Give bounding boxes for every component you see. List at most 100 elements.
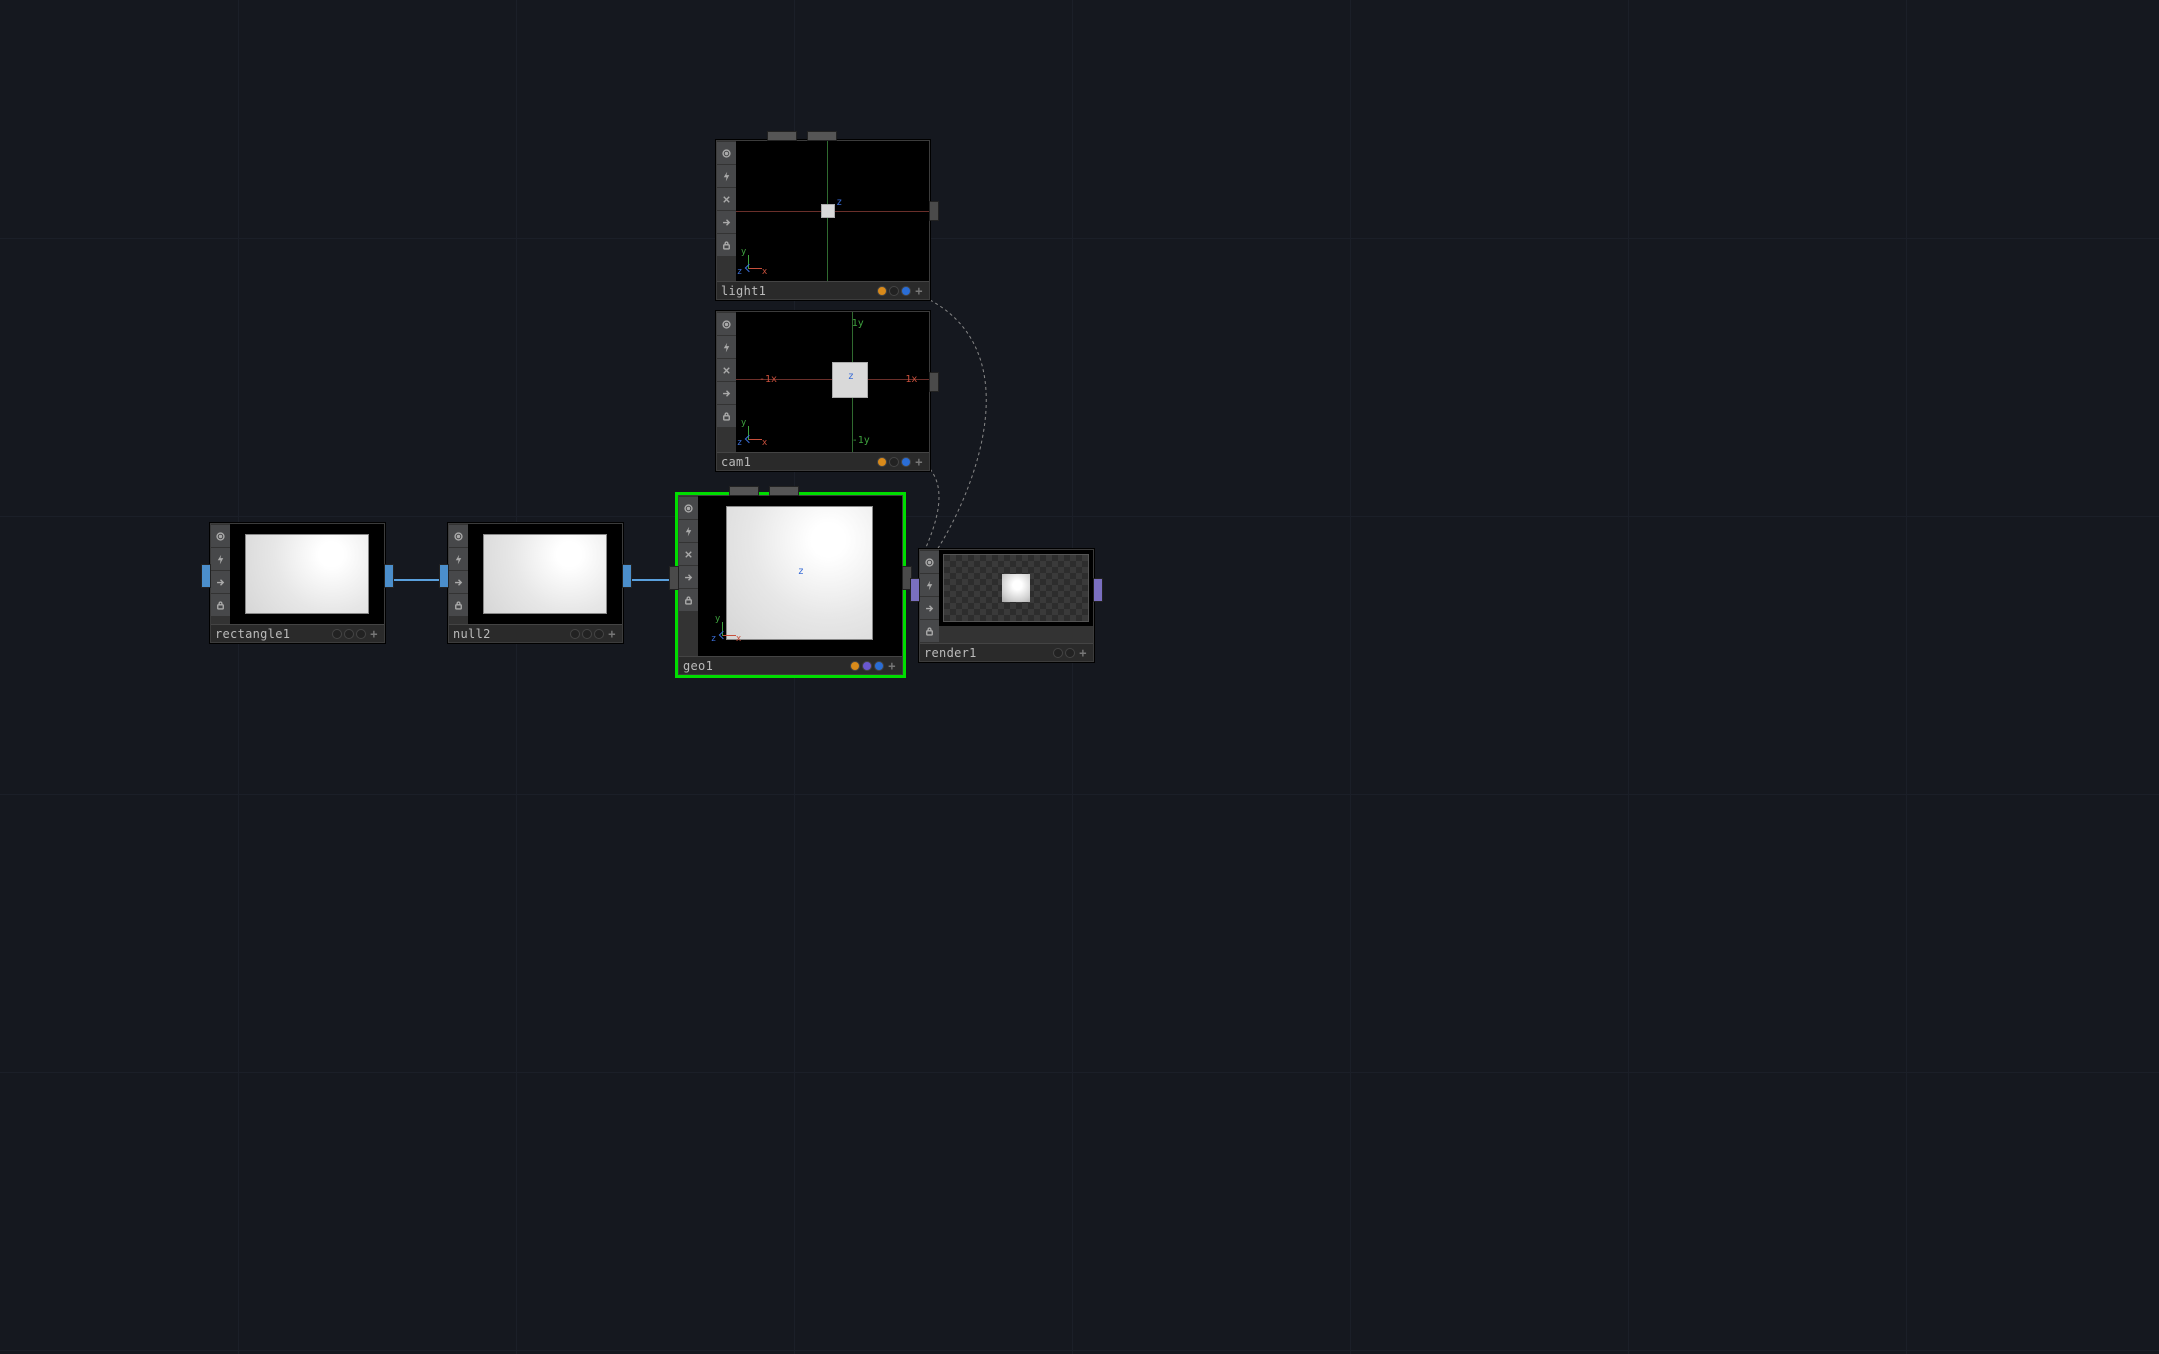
lock-icon[interactable] xyxy=(211,594,230,616)
flag-purple[interactable] xyxy=(582,629,592,639)
input-connector[interactable] xyxy=(439,564,449,588)
plus-icon[interactable]: + xyxy=(1077,647,1089,659)
bolt-icon[interactable] xyxy=(211,548,230,570)
bolt-icon[interactable] xyxy=(920,574,939,596)
lock-icon[interactable] xyxy=(717,405,736,427)
axis-origin-gizmo: x y z xyxy=(742,251,766,275)
lock-icon[interactable] xyxy=(920,620,939,642)
flag-orange[interactable] xyxy=(877,457,887,467)
node-tab-buttons xyxy=(449,524,468,624)
node-rectangle1[interactable]: rectangle1 + xyxy=(210,523,385,643)
flag-blue[interactable] xyxy=(874,661,884,671)
node-label: cam1 xyxy=(721,455,875,469)
node-preview[interactable]: z x y z xyxy=(736,141,929,281)
target-icon[interactable] xyxy=(211,525,230,547)
arrow-right-icon[interactable] xyxy=(920,597,939,619)
flag-blue[interactable] xyxy=(356,629,366,639)
arrow-right-icon[interactable] xyxy=(211,571,230,593)
node-light1[interactable]: z x y z light1 + xyxy=(716,140,930,300)
plus-icon[interactable]: + xyxy=(913,456,925,468)
flag-orange[interactable] xyxy=(850,661,860,671)
node-preview[interactable]: z 1y -1y 1x -1x x y z xyxy=(736,312,929,452)
wire-light1-render1 xyxy=(930,300,986,560)
bolt-icon[interactable] xyxy=(449,548,468,570)
flag-purple[interactable] xyxy=(344,629,354,639)
top-connector-1[interactable] xyxy=(767,131,797,141)
flag-teal[interactable] xyxy=(570,629,580,639)
target-icon[interactable] xyxy=(449,525,468,547)
close-icon[interactable] xyxy=(717,359,736,381)
flag-purple[interactable] xyxy=(889,286,899,296)
target-icon[interactable] xyxy=(717,313,736,335)
flag-blue[interactable] xyxy=(1065,648,1075,658)
axis-1y-label: 1y xyxy=(852,318,864,329)
flag-purple[interactable] xyxy=(889,457,899,467)
arrow-right-icon[interactable] xyxy=(449,571,468,593)
top-connector-2[interactable] xyxy=(807,131,837,141)
output-connector[interactable] xyxy=(622,564,632,588)
node-tab-buttons xyxy=(717,312,736,452)
node-preview[interactable] xyxy=(468,524,622,624)
lock-icon[interactable] xyxy=(449,594,468,616)
node-preview[interactable] xyxy=(230,524,384,624)
node-tab-buttons xyxy=(679,496,698,656)
node-preview[interactable]: z x y z xyxy=(698,496,902,656)
node-label: geo1 xyxy=(683,659,848,673)
node-label: render1 xyxy=(924,646,1051,660)
plus-icon[interactable]: + xyxy=(886,660,898,672)
flag-purple[interactable] xyxy=(862,661,872,671)
node-label: null2 xyxy=(453,627,568,641)
bolt-icon[interactable] xyxy=(717,165,736,187)
input-connector[interactable] xyxy=(910,578,920,602)
flag-blue[interactable] xyxy=(594,629,604,639)
axis-origin-gizmo: x y z xyxy=(716,618,740,642)
output-connector[interactable] xyxy=(929,372,939,392)
top-connector-2[interactable] xyxy=(769,486,799,496)
node-tab-buttons xyxy=(717,141,736,281)
node-null2[interactable]: null2 + xyxy=(448,523,623,643)
bolt-icon[interactable] xyxy=(717,336,736,358)
output-connector[interactable] xyxy=(384,564,394,588)
node-label: rectangle1 xyxy=(215,627,330,641)
canvas-grid xyxy=(0,0,2159,1354)
node-cam1[interactable]: z 1y -1y 1x -1x x y z cam1 + xyxy=(716,311,930,471)
target-icon[interactable] xyxy=(717,142,736,164)
input-connector[interactable] xyxy=(669,566,679,590)
node-geo1[interactable]: z x y z geo1 + xyxy=(678,495,903,675)
axis-1x-label: 1x xyxy=(905,374,917,385)
axis-n1x-label: -1x xyxy=(759,374,777,385)
close-icon[interactable] xyxy=(679,543,698,565)
axis-n1y-label: -1y xyxy=(852,435,870,446)
plus-icon[interactable]: + xyxy=(606,628,618,640)
lock-icon[interactable] xyxy=(717,234,736,256)
origin-marker xyxy=(821,204,835,218)
flag-blue[interactable] xyxy=(901,286,911,296)
target-icon[interactable] xyxy=(920,551,939,573)
plus-icon[interactable]: + xyxy=(913,285,925,297)
plus-icon[interactable]: + xyxy=(368,628,380,640)
close-icon[interactable] xyxy=(717,188,736,210)
output-connector[interactable] xyxy=(929,201,939,221)
target-icon[interactable] xyxy=(679,497,698,519)
lock-icon[interactable] xyxy=(679,589,698,611)
node-preview[interactable] xyxy=(939,550,1093,626)
axis-origin-gizmo: x y z xyxy=(742,422,766,446)
node-tab-buttons xyxy=(920,550,939,643)
arrow-right-icon[interactable] xyxy=(717,211,736,233)
render-output-square xyxy=(1002,574,1030,602)
bolt-icon[interactable] xyxy=(679,520,698,542)
axis-z-label: z xyxy=(836,197,842,208)
axis-z-label: z xyxy=(848,371,854,382)
arrow-right-icon[interactable] xyxy=(717,382,736,404)
output-connector[interactable] xyxy=(1093,578,1103,602)
node-render1[interactable]: render1 + xyxy=(919,549,1094,662)
node-label: light1 xyxy=(721,284,875,298)
arrow-right-icon[interactable] xyxy=(679,566,698,588)
wires-layer xyxy=(0,0,2159,1354)
input-connector[interactable] xyxy=(201,564,211,588)
flag-teal[interactable] xyxy=(332,629,342,639)
flag-orange[interactable] xyxy=(877,286,887,296)
flag-blue[interactable] xyxy=(901,457,911,467)
top-connector-1[interactable] xyxy=(729,486,759,496)
flag-purple[interactable] xyxy=(1053,648,1063,658)
